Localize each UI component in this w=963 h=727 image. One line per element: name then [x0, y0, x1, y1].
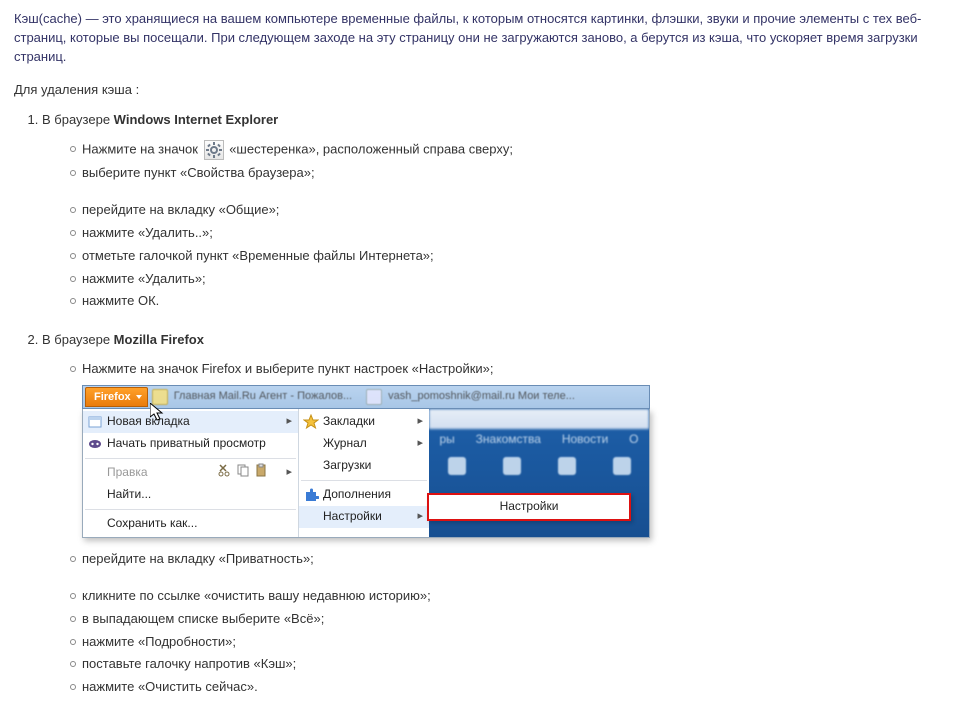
- ff-step-2: перейдите на вкладку «Приватность»;: [70, 548, 949, 571]
- menu-item-settings-label: Настройки: [323, 508, 382, 525]
- bg-text-3: Новости: [562, 431, 608, 448]
- ie-step-6: нажмите «Удалить»;: [70, 268, 949, 291]
- settings-submenu-item[interactable]: Настройки: [427, 493, 631, 521]
- cut-icon[interactable]: [218, 463, 232, 477]
- menu-item-find-label: Найти...: [107, 486, 151, 503]
- browser-list-item-ie: В браузере Windows Internet Explorer Наж…: [42, 111, 949, 313]
- ff-step-4: в выпадающем списке выберите «Всё»;: [70, 608, 949, 631]
- menu-item-bookmarks-label: Закладки: [323, 413, 375, 430]
- star-icon: [303, 414, 319, 430]
- ie-step-3: перейдите на вкладку «Общие»;: [70, 199, 949, 222]
- menu-item-new-tab-label: Новая вкладка: [107, 413, 190, 430]
- bg-icon-2: [503, 457, 521, 475]
- ff-step-7: нажмите «Очистить сейчас».: [70, 676, 949, 699]
- menu-item-find[interactable]: Найти...: [83, 484, 298, 506]
- menu-item-downloads[interactable]: Загрузки: [299, 455, 429, 477]
- bg-icon-4: [613, 457, 631, 475]
- intro-text: Кэш(cache) — это хранящиеся на вашем ком…: [14, 10, 949, 67]
- ie-step-5: отметьте галочкой пункт «Временные файлы…: [70, 245, 949, 268]
- menu-item-history-label: Журнал: [323, 435, 367, 452]
- firefox-menu-left-col: Новая вкладка Начать приватный просмотр …: [83, 409, 299, 537]
- bg-text-1: ры: [439, 431, 454, 448]
- bg-icon-3: [558, 457, 576, 475]
- puzzle-icon: [303, 487, 319, 503]
- ff-step-1: Нажмите на значок Firefox и выберите пун…: [70, 358, 949, 381]
- bg-text-2: Знакомства: [476, 431, 541, 448]
- ie-step-gear: Нажмите на значок «шестеренка», располож…: [70, 138, 949, 162]
- menu-item-edit-label: Правка: [107, 464, 148, 481]
- ie-step-2: выберите пункт «Свойства браузера»;: [70, 162, 949, 185]
- menu-item-save-as[interactable]: Сохранить как...: [83, 513, 298, 535]
- tab-title-2: vash_pomoshnik@mail.ru Мои теле...: [388, 389, 575, 405]
- browser-prefix-ff: В браузере: [42, 332, 114, 347]
- tab-favicon-2: [366, 389, 382, 405]
- firefox-menu-button[interactable]: Firefox: [85, 387, 148, 407]
- private-icon: [87, 436, 103, 452]
- gear-icon: [204, 140, 224, 160]
- subintro-text: Для удаления кэша :: [14, 81, 949, 100]
- firefox-menu-screenshot: Firefox Главная Mail.Ru Агент - Пожалов.…: [82, 385, 650, 538]
- tab-favicon-1: [152, 389, 168, 405]
- paste-icon[interactable]: [254, 463, 268, 477]
- menu-item-new-tab[interactable]: Новая вкладка: [83, 411, 298, 433]
- ff-step-5: нажмите «Подробности»;: [70, 631, 949, 654]
- menu-separator-r: [301, 480, 427, 481]
- browser-name-ie: Windows Internet Explorer: [114, 112, 279, 127]
- tab-title-1: Главная Mail.Ru Агент - Пожалов...: [174, 389, 352, 405]
- bg-icon-1: [448, 457, 466, 475]
- menu-item-downloads-label: Загрузки: [323, 457, 371, 474]
- menu-separator-2: [85, 509, 296, 510]
- firefox-titlebar: Firefox Главная Mail.Ru Агент - Пожалов.…: [82, 385, 650, 409]
- menu-item-addons-label: Дополнения: [323, 486, 391, 503]
- firefox-tabs-blur: Главная Mail.Ru Агент - Пожалов... vash_…: [152, 389, 649, 405]
- menu-item-bookmarks[interactable]: Закладки: [299, 411, 429, 433]
- menu-item-private[interactable]: Начать приватный просмотр: [83, 433, 298, 455]
- new-tab-icon: [87, 414, 103, 430]
- browser-name-ff: Mozilla Firefox: [114, 332, 204, 347]
- ie-step-gear-a: Нажмите на значок: [82, 142, 202, 157]
- ie-step-4: нажмите «Удалить..»;: [70, 222, 949, 245]
- menu-item-history[interactable]: Журнал: [299, 433, 429, 455]
- ie-step-gear-b: «шестеренка», расположенный справа сверх…: [226, 142, 513, 157]
- bg-text-4: O: [629, 431, 638, 448]
- ff-step-6: поставьте галочку напротив «Кэш»;: [70, 653, 949, 676]
- browser-list-item-ff: В браузере Mozilla Firefox Нажмите на зн…: [42, 331, 949, 699]
- ff-step-3: кликните по ссылке «очистить вашу недавн…: [70, 585, 949, 608]
- ie-step-7: нажмите ОК.: [70, 290, 949, 313]
- menu-item-settings[interactable]: Настройки: [299, 506, 429, 528]
- copy-icon[interactable]: [236, 463, 250, 477]
- menu-item-save-as-label: Сохранить как...: [107, 515, 197, 532]
- menu-separator: [85, 458, 296, 459]
- menu-item-addons[interactable]: Дополнения: [299, 484, 429, 506]
- menu-item-edit: Правка: [83, 462, 298, 484]
- firefox-menu-right-col: Закладки Журнал Загрузки Дополнения Наст: [299, 409, 429, 537]
- browser-prefix: В браузере: [42, 112, 114, 127]
- menu-item-private-label: Начать приватный просмотр: [107, 435, 266, 452]
